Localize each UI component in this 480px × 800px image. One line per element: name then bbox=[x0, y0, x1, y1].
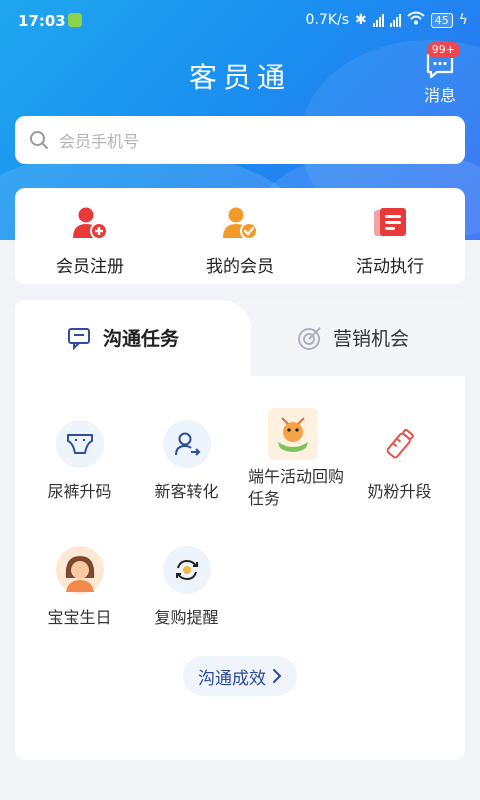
bluetooth-icon: ✱ bbox=[355, 12, 367, 28]
task-label: 尿裤升码 bbox=[47, 482, 112, 501]
quick-actions-card: 会员注册 我的会员 活动执行 bbox=[15, 188, 465, 284]
tab-bar: 沟通任务 营销机会 bbox=[15, 300, 465, 376]
message-label: 消息 bbox=[423, 86, 456, 105]
message-button[interactable]: 消息 bbox=[418, 50, 462, 106]
status-bar: 17:03 0.7K/s ✱ 45 ϟ bbox=[0, 0, 480, 42]
battery-icon: 45 bbox=[430, 12, 453, 28]
task-label: 新客转化 bbox=[154, 482, 219, 501]
message-badge: 99+ bbox=[426, 42, 460, 58]
tab-communication-tasks[interactable]: 沟通任务 bbox=[67, 324, 179, 351]
my-members-button[interactable]: 我的会员 bbox=[165, 188, 315, 284]
task-diaper-upgrade[interactable]: 尿裤升码 bbox=[27, 420, 132, 502]
dragon-boat-icon bbox=[267, 408, 318, 460]
task-label: 宝宝生日 bbox=[47, 608, 112, 627]
target-icon bbox=[298, 326, 321, 350]
app-title: 客员通 bbox=[188, 61, 291, 94]
quick-action-label: 会员注册 bbox=[56, 257, 124, 277]
wifi-icon bbox=[407, 11, 425, 29]
task-new-customer[interactable]: 新客转化 bbox=[134, 420, 239, 502]
task-panel: 沟通任务 营销机会 尿裤升码 新客转化 端午活动回购任务 奶粉升段 宝宝生日 复… bbox=[15, 300, 465, 760]
task-label: 复购提醒 bbox=[154, 608, 219, 627]
network-speed: 0.7K/s bbox=[305, 12, 350, 28]
task-repurchase-reminder[interactable]: 复购提醒 bbox=[134, 546, 239, 628]
task-formula-upgrade[interactable]: 奶粉升段 bbox=[347, 420, 452, 502]
signal-icon bbox=[372, 13, 384, 27]
quick-action-label: 活动执行 bbox=[356, 257, 424, 277]
charging-icon: ϟ bbox=[458, 12, 468, 28]
quick-action-label: 我的会员 bbox=[206, 257, 274, 277]
task-dragon-boat[interactable]: 端午活动回购任务 bbox=[240, 408, 345, 510]
activity-execute-button[interactable]: 活动执行 bbox=[315, 188, 465, 284]
communication-effect-button[interactable]: 沟通成效 bbox=[183, 656, 297, 696]
search-bar[interactable] bbox=[15, 116, 465, 164]
member-phone-input[interactable] bbox=[57, 128, 441, 154]
member-register-button[interactable]: 会员注册 bbox=[15, 188, 165, 284]
user-plus-icon bbox=[73, 207, 108, 240]
baby-avatar-icon bbox=[55, 546, 104, 594]
diaper-icon bbox=[55, 420, 104, 468]
user-convert-icon bbox=[162, 420, 211, 468]
task-label: 端午活动回购任务 bbox=[248, 467, 345, 508]
repurchase-icon bbox=[162, 546, 211, 594]
notification-icon bbox=[68, 13, 82, 27]
chevron-right-icon bbox=[273, 669, 282, 683]
chat-icon bbox=[68, 327, 90, 350]
tab-label: 营销机会 bbox=[333, 328, 410, 350]
signal-icon-2 bbox=[389, 13, 401, 27]
tab-marketing-opportunity[interactable]: 营销机会 bbox=[297, 324, 409, 351]
baby-bottle-icon bbox=[376, 420, 424, 468]
tab-label: 沟通任务 bbox=[103, 328, 180, 350]
task-baby-birthday[interactable]: 宝宝生日 bbox=[27, 546, 132, 628]
user-check-icon bbox=[223, 207, 258, 240]
status-time: 17:03 bbox=[18, 12, 66, 30]
task-list-icon bbox=[374, 208, 406, 236]
link-button-label: 沟通成效 bbox=[198, 668, 266, 689]
search-icon bbox=[30, 131, 48, 149]
task-label: 奶粉升段 bbox=[367, 482, 432, 501]
